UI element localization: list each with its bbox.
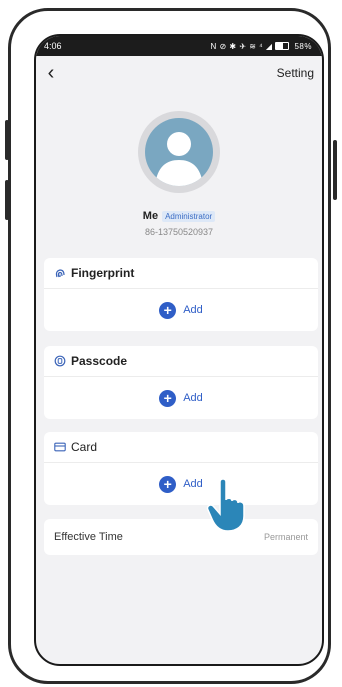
plus-circle-icon: +	[159, 475, 177, 493]
effective-time-label: Effective Time	[54, 531, 123, 543]
role-badge: Administrator	[162, 210, 216, 222]
volume-up-button	[5, 120, 9, 160]
effective-time-value: Permanent	[263, 532, 308, 542]
card-body: + Add	[44, 463, 318, 505]
effective-time-row[interactable]: Effective Time Permanent	[44, 519, 318, 555]
add-passcode-button[interactable]: + Add	[159, 389, 203, 407]
add-fingerprint-button[interactable]: + Add	[159, 301, 203, 319]
volume-down-button	[5, 180, 9, 220]
fingerprint-icon	[54, 267, 66, 279]
add-label: Add	[183, 304, 203, 316]
passcode-icon	[54, 355, 66, 367]
avatar	[138, 111, 220, 193]
passcode-body: + Add	[44, 377, 318, 419]
battery-icon	[275, 42, 290, 50]
power-button	[333, 140, 337, 200]
back-chevron-icon[interactable]: ‹	[42, 63, 60, 83]
tutorial-frame: 4:06 N ⊘ ✱ ✈ ≋ ⁴ ◢ 58% ‹ Setting Me Admi	[0, 0, 342, 687]
battery-percentage: 58%	[294, 41, 312, 51]
status-time: 4:06	[44, 41, 62, 51]
fingerprint-body: + Add	[44, 289, 318, 331]
user-name-row: Me Administrator	[36, 210, 322, 222]
plus-circle-icon: +	[159, 301, 177, 319]
card-title: Card	[71, 440, 98, 454]
fingerprint-section: Fingerprint + Add	[44, 258, 318, 331]
fingerprint-header: Fingerprint	[44, 258, 318, 289]
status-bar: 4:06 N ⊘ ✱ ✈ ≋ ⁴ ◢ 58%	[36, 36, 322, 56]
person-silhouette-icon	[155, 132, 203, 186]
setting-button[interactable]: Setting	[277, 66, 314, 80]
card-icon	[54, 441, 66, 453]
passcode-title: Passcode	[71, 354, 128, 368]
add-label: Add	[183, 392, 203, 404]
phone-screen: 4:06 N ⊘ ✱ ✈ ≋ ⁴ ◢ 58% ‹ Setting Me Admi	[34, 34, 324, 666]
hand-pointer-icon	[206, 478, 245, 532]
add-label: Add	[183, 478, 203, 490]
card-header: Card	[44, 432, 318, 463]
passcode-section: Passcode + Add	[44, 346, 318, 419]
avatar-image	[145, 118, 213, 186]
plus-circle-icon: +	[159, 389, 177, 407]
user-name: Me	[142, 210, 159, 222]
nav-bar: ‹ Setting	[36, 56, 322, 90]
user-phone: 86-13750520937	[144, 227, 214, 237]
passcode-header: Passcode	[44, 346, 318, 377]
status-icons: N ⊘ ✱ ✈ ≋ ⁴ ◢ 58%	[210, 42, 312, 51]
add-card-button[interactable]: + Add	[159, 475, 203, 493]
fingerprint-title: Fingerprint	[71, 266, 135, 280]
status-icon-group: N ⊘ ✱ ✈ ≋ ⁴ ◢	[210, 41, 273, 51]
card-section: Card + Add	[44, 432, 318, 505]
